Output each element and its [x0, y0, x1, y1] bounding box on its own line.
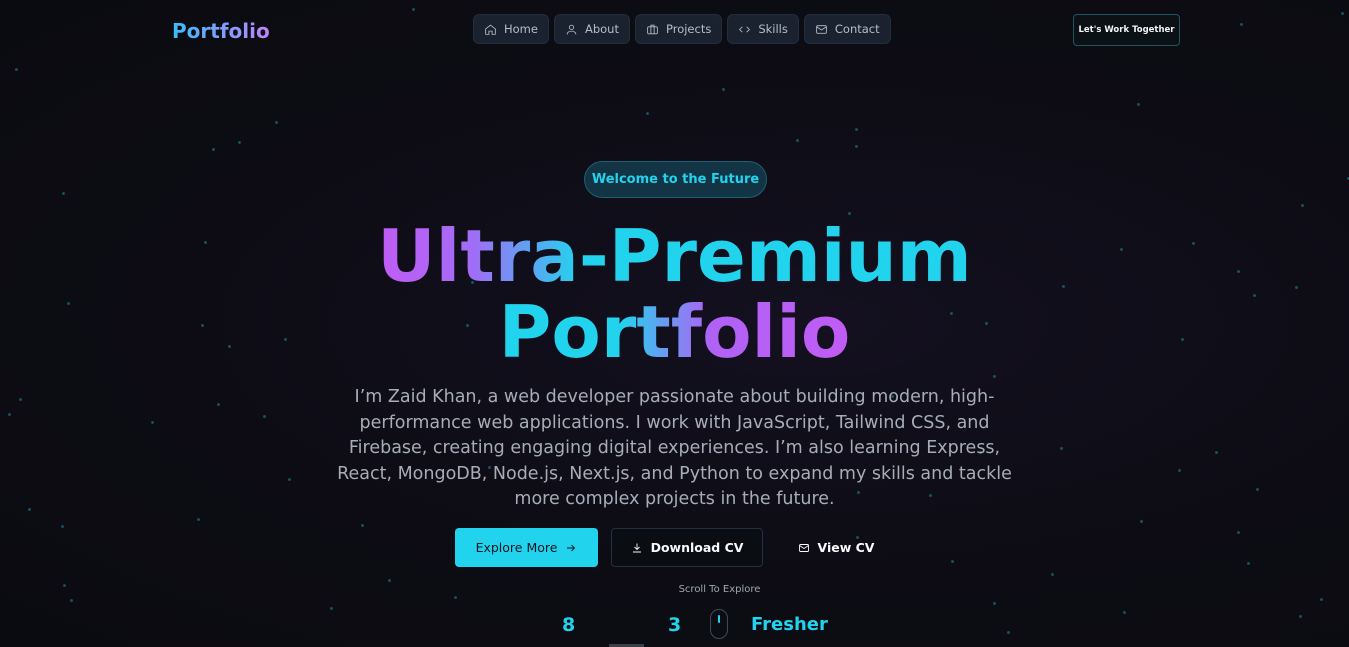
particle-dot	[275, 121, 278, 124]
home-icon	[485, 24, 496, 35]
particle-dot	[1301, 204, 1304, 207]
particle-dot	[15, 68, 18, 71]
briefcase-icon	[647, 24, 658, 34]
arrow-right-icon	[567, 544, 576, 551]
particle-dot	[1123, 611, 1126, 614]
particle-dot	[19, 398, 22, 401]
particle-dot	[62, 192, 65, 195]
particle-dot	[1060, 447, 1063, 450]
scroll-wheel-indicator	[718, 615, 720, 623]
nav-item-projects[interactable]: Projects	[634, 14, 723, 44]
particle-dot	[1007, 631, 1010, 634]
nav-item-label: Home	[504, 22, 538, 36]
particle-dot	[1247, 562, 1250, 565]
particle-dot	[1299, 615, 1302, 618]
particle-dot	[1320, 598, 1323, 601]
download-cv-button[interactable]: Download CV	[611, 528, 763, 567]
particle-dot	[1140, 520, 1143, 523]
particle-dot	[1137, 103, 1140, 106]
particle-dot	[70, 599, 73, 602]
download-cv-label: Download CV	[650, 540, 744, 555]
particle-dot	[951, 560, 954, 563]
particle-dot	[1215, 451, 1218, 454]
particle-dot	[1341, 12, 1344, 15]
particle-dot	[388, 579, 391, 582]
particle-dot	[197, 518, 200, 521]
view-cv-label: View CV	[817, 540, 875, 555]
particle-dot	[796, 139, 799, 142]
particle-dot	[28, 508, 31, 511]
particle-dot	[1240, 23, 1243, 26]
particle-dot	[217, 403, 220, 406]
particle-dot	[412, 8, 415, 11]
hero-description: I’m Zaid Khan, a web developer passionat…	[337, 387, 1012, 509]
particle-dot	[454, 596, 457, 599]
main-nav: Home About Projects Skills Contact	[473, 14, 891, 44]
nav-item-label: Skills	[758, 22, 788, 36]
welcome-badge: Welcome to the Future	[584, 161, 767, 198]
hero-title-line1: Ultra-Premium	[377, 214, 972, 298]
particle-dot	[361, 524, 364, 527]
scroll-mouse-icon[interactable]	[710, 609, 728, 639]
site-logo[interactable]: Portfolio	[172, 19, 270, 43]
particle-dot	[646, 112, 649, 115]
nav-item-home[interactable]: Home	[473, 14, 549, 44]
particle-dot	[855, 145, 858, 148]
particle-dot	[288, 478, 291, 481]
nav-item-contact[interactable]: Contact	[803, 14, 891, 44]
nav-item-label: Projects	[665, 22, 712, 36]
particle-dot	[993, 375, 996, 378]
particle-dot	[8, 413, 11, 416]
download-icon	[632, 543, 641, 552]
stat-value: 3	[668, 614, 682, 636]
particle-dot	[1051, 573, 1054, 576]
work-together-button[interactable]: Let's Work Together	[1073, 14, 1180, 46]
nav-item-skills[interactable]: Skills	[727, 14, 799, 44]
nav-item-about[interactable]: About	[553, 14, 630, 44]
code-icon	[739, 25, 751, 33]
explore-more-button[interactable]: Explore More	[455, 528, 598, 567]
view-cv-button[interactable]: View CV	[786, 528, 886, 567]
particle-dot	[993, 602, 996, 605]
particle-dot	[151, 421, 154, 424]
hero-title-line2: Portfolio	[498, 290, 851, 374]
explore-more-label: Explore More	[475, 540, 558, 555]
particle-dot	[722, 88, 725, 91]
mail-icon	[798, 543, 809, 552]
stat-value: 8	[562, 614, 576, 636]
particle-dot	[238, 141, 241, 144]
mail-icon	[816, 24, 827, 34]
stat-value: Fresher	[751, 614, 828, 635]
particle-dot	[855, 128, 858, 131]
hero-title: Ultra-Premium Portfolio	[0, 218, 1349, 370]
particle-dot	[1256, 488, 1259, 491]
particle-dot	[330, 607, 333, 610]
particle-dot	[1237, 531, 1240, 534]
scroll-hint: Scroll To Explore	[678, 584, 761, 595]
particle-dot	[263, 415, 266, 418]
user-icon	[566, 24, 577, 34]
particle-dot	[212, 148, 215, 151]
particle-dot	[1178, 469, 1181, 472]
particle-dot	[61, 525, 64, 528]
nav-item-label: About	[584, 22, 619, 36]
nav-item-label: Contact	[834, 22, 880, 36]
